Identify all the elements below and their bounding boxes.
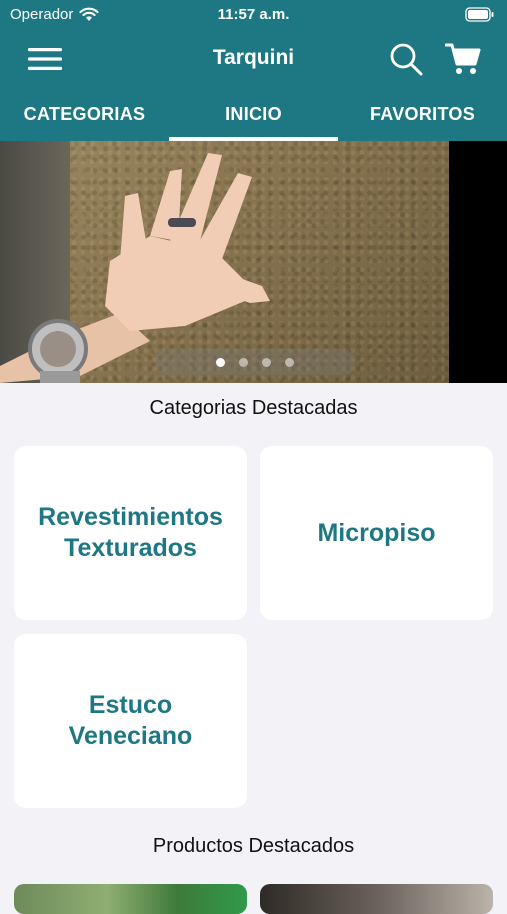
page-dot-1[interactable] [216,357,225,367]
page-dot-4[interactable] [285,357,294,367]
hand-on-wall-image [0,153,270,383]
top-tab-bar: CATEGORIAS INICIO FAVORITOS [0,88,507,141]
status-time: 11:57 a.m. [217,6,290,23]
shopping-cart-icon [445,43,481,74]
tab-label: INICIO [225,104,282,124]
product-card[interactable] [14,884,247,914]
search-icon [390,43,423,76]
page-title: Tarquini [212,46,295,69]
tab-categorias[interactable]: CATEGORIAS [0,88,169,141]
featured-categories-title: Categorias Destacadas [149,397,358,419]
tab-label: FAVORITOS [369,104,476,124]
status-bar: Operador 11:57 a.m. [0,0,507,30]
tab-inicio[interactable]: INICIO [169,88,338,141]
tab-label: CATEGORIAS [23,104,146,124]
carousel-image [0,141,449,383]
category-card-estuco-veneciano[interactable]: Estuco Veneciano [14,634,247,808]
category-label-line1: Estuco [88,691,173,719]
category-label-line1: Revestimientos [38,503,223,531]
tab-favoritos[interactable]: FAVORITOS [338,88,507,141]
category-label-line2: Texturados [64,534,197,562]
product-card[interactable] [260,884,493,914]
battery-icon [465,7,495,27]
hero-carousel[interactable] [0,141,507,383]
page-dot-2[interactable] [239,357,248,367]
category-label-line1: Micropiso [317,518,436,547]
page-dot-3[interactable] [262,357,271,367]
carousel-page-indicator[interactable] [155,349,355,375]
category-card-label: Estuco Veneciano [69,690,193,752]
featured-products-title: Productos Destacados [152,835,355,857]
navigation-bar: Tarquini [0,30,507,88]
category-card-revestimientos[interactable]: Revestimientos Texturados [14,446,247,620]
cart-button[interactable] [443,39,483,79]
category-card-label: Revestimientos Texturados [38,502,223,564]
category-card-micropiso[interactable]: Micropiso [260,446,493,620]
search-button[interactable] [386,39,426,79]
category-label-line2: Veneciano [68,722,193,750]
category-card-label: Micropiso [317,518,435,549]
